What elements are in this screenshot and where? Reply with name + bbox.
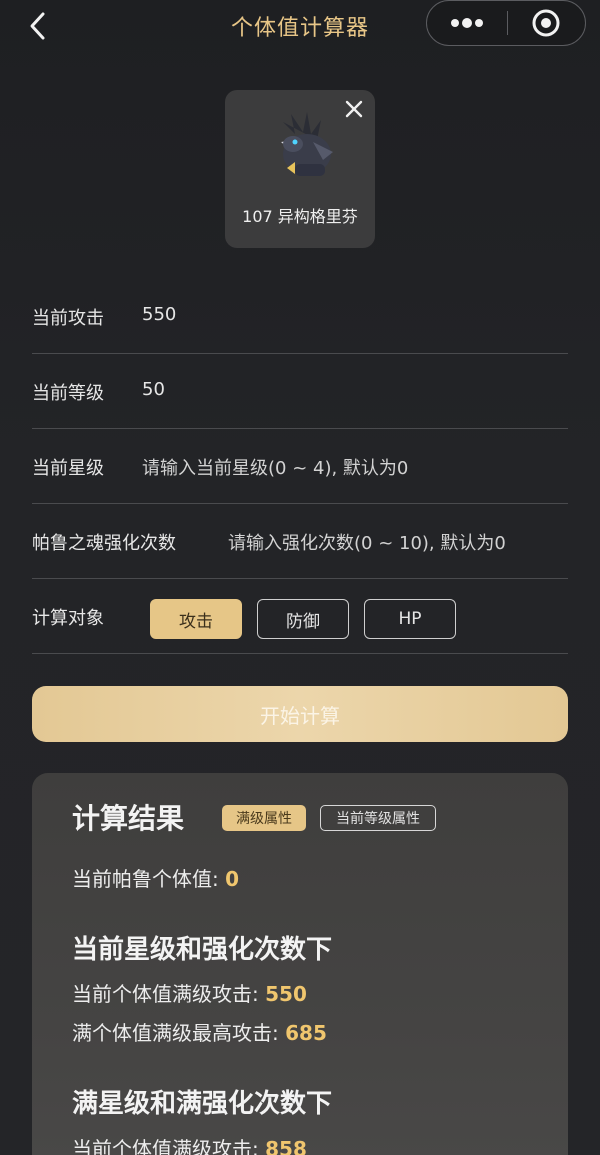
attack-input[interactable]: 550 xyxy=(142,304,522,325)
target-option-defense[interactable]: 防御 xyxy=(257,599,349,639)
attack-label: 当前攻击 xyxy=(32,308,104,329)
star-input[interactable]: 请输入当前星级(0 ~ 4), 默认为0 xyxy=(142,454,562,480)
iv-calculator-page: 个体值计算器 107 异构格里芬 当前攻击 550 当前等级 50 当前星级 请… xyxy=(0,0,600,1155)
target-option-hp[interactable]: HP xyxy=(364,599,456,639)
section-max-title: 满星级和满强化次数下 xyxy=(72,1089,333,1119)
tab-max-level-stats[interactable]: 满级属性 xyxy=(222,805,306,831)
section-current-line1-value: 550 xyxy=(265,982,307,1006)
back-button[interactable] xyxy=(20,8,56,44)
section-current-line1-label: 当前个体值满级攻击: xyxy=(72,982,259,1006)
section-current-line2-label: 满个体值满级最高攻击: xyxy=(72,1021,279,1045)
current-iv-line: 当前帕鲁个体值: 0 xyxy=(72,863,239,892)
souls-input[interactable]: 请输入强化次数(0 ~ 10), 默认为0 xyxy=(228,529,568,555)
close-miniprogram-button[interactable] xyxy=(507,1,585,45)
star-label: 当前星级 xyxy=(32,458,104,479)
section-current-title: 当前星级和强化次数下 xyxy=(72,935,333,965)
section-max-line1-value: 858 xyxy=(265,1137,307,1155)
start-calculation-button[interactable]: 开始计算 xyxy=(32,686,568,742)
selected-pal-card[interactable]: 107 异构格里芬 xyxy=(225,90,375,248)
souls-row: 帕鲁之魂强化次数 请输入强化次数(0 ~ 10), 默认为0 xyxy=(32,505,568,579)
target-option-attack[interactable]: 攻击 xyxy=(150,599,242,639)
miniprogram-capsule xyxy=(426,0,586,46)
section-current-line2: 满个体值满级最高攻击: 685 xyxy=(72,1017,327,1046)
page-title: 个体值计算器 xyxy=(230,16,369,41)
section-current-line1: 当前个体值满级攻击: 550 xyxy=(72,978,307,1007)
attack-row: 当前攻击 550 xyxy=(32,280,568,354)
target-row: 计算对象 攻击 防御 HP xyxy=(32,580,568,654)
tab-current-level-stats[interactable]: 当前等级属性 xyxy=(320,805,436,831)
current-iv-value: 0 xyxy=(225,867,240,891)
more-dots-icon xyxy=(451,18,483,28)
section-max-line1: 当前个体值满级攻击: 858 xyxy=(72,1133,307,1155)
result-title: 计算结果 xyxy=(72,802,185,835)
pal-name: 107 异构格里芬 xyxy=(242,207,358,226)
level-row: 当前等级 50 xyxy=(32,355,568,429)
top-bar: 个体值计算器 xyxy=(0,0,600,52)
pal-avatar xyxy=(281,112,333,176)
close-icon[interactable] xyxy=(343,98,365,120)
target-icon xyxy=(532,9,560,37)
target-label: 计算对象 xyxy=(32,608,104,629)
level-label: 当前等级 xyxy=(32,383,104,404)
current-iv-label: 当前帕鲁个体值: xyxy=(72,867,219,891)
section-current-line2-value: 685 xyxy=(285,1021,327,1045)
section-max-line1-label: 当前个体值满级攻击: xyxy=(72,1137,259,1155)
result-panel: 计算结果 满级属性 当前等级属性 当前帕鲁个体值: 0 当前星级和强化次数下 当… xyxy=(32,773,568,1155)
more-button[interactable] xyxy=(427,1,507,45)
chevron-left-icon xyxy=(30,12,45,40)
level-input[interactable]: 50 xyxy=(142,379,522,400)
souls-label: 帕鲁之魂强化次数 xyxy=(32,533,176,554)
star-row: 当前星级 请输入当前星级(0 ~ 4), 默认为0 xyxy=(32,430,568,504)
